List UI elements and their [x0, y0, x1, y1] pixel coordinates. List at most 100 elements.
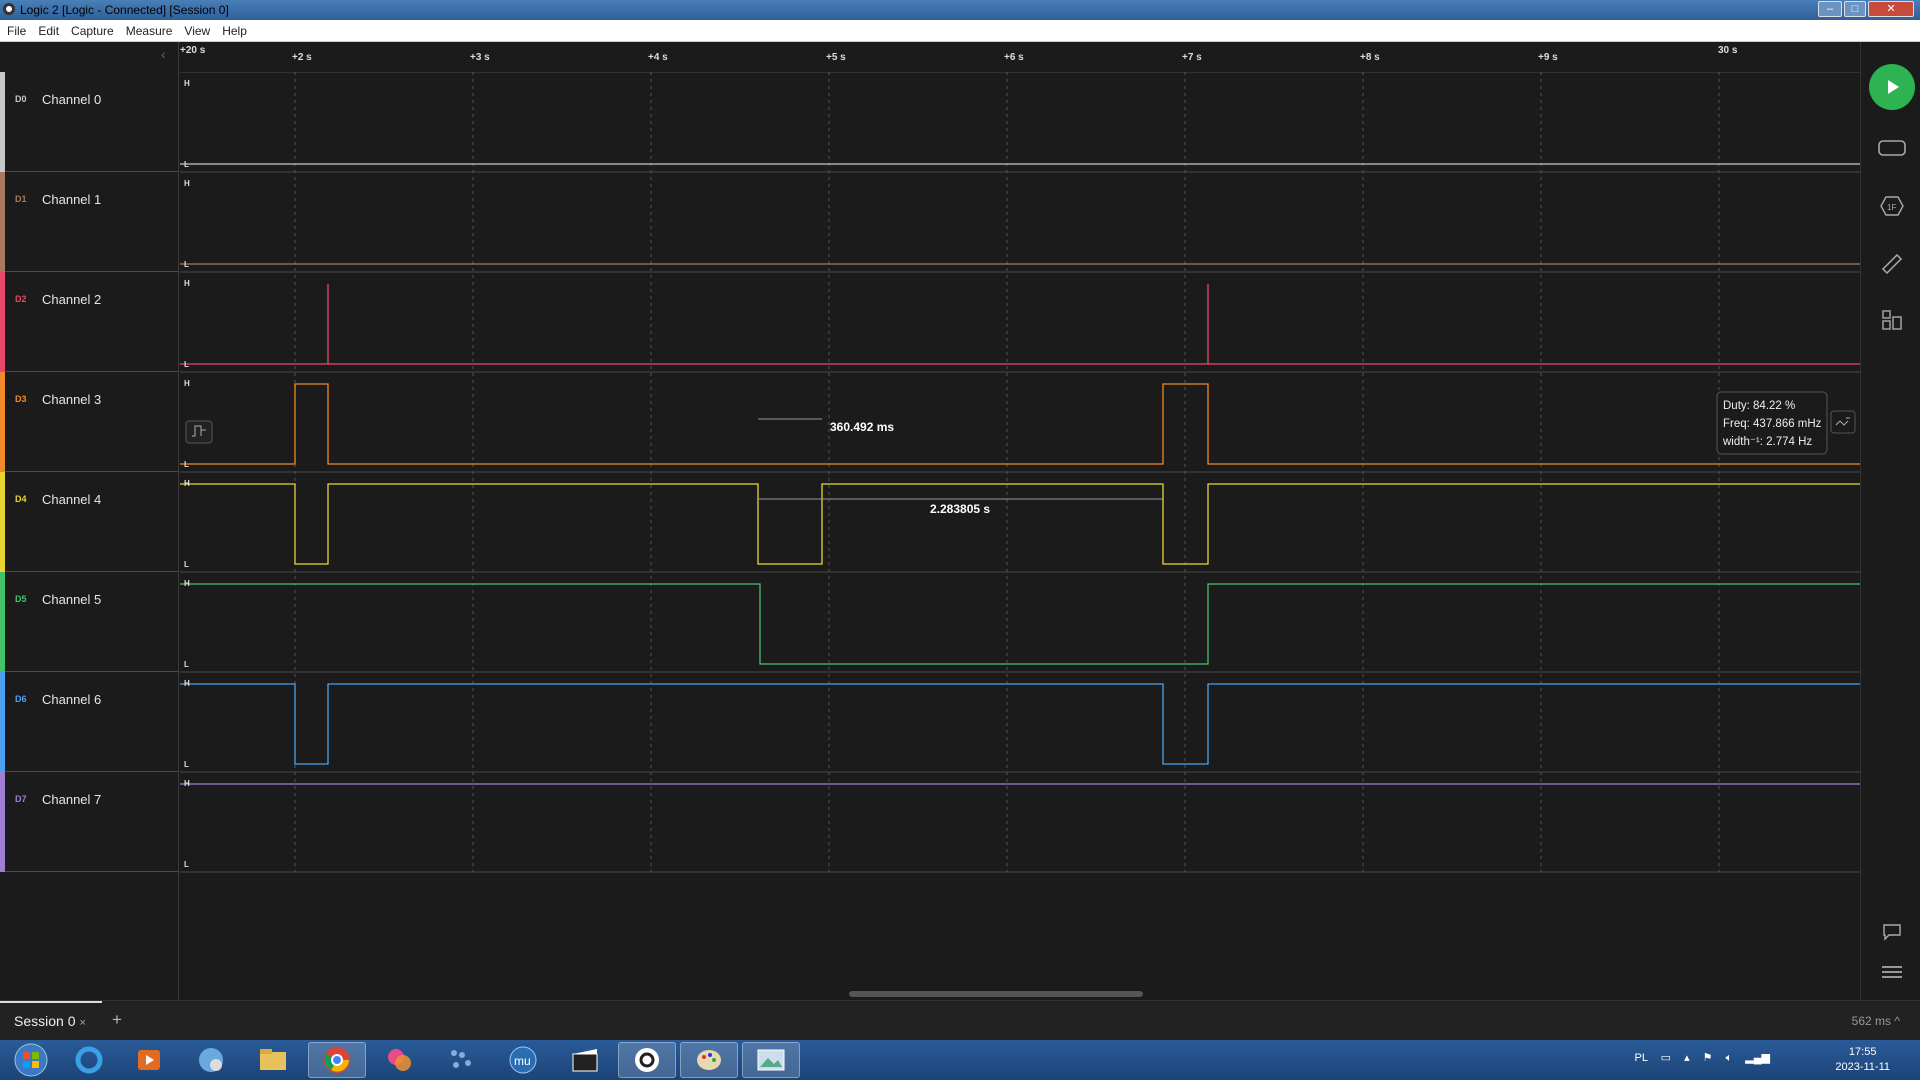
- pulse-width-measurement: 360.492 ms: [758, 418, 894, 434]
- title-bar: Logic 2 [Logic - Connected] [Session 0] …: [0, 0, 1920, 20]
- extensions-icon[interactable]: [1878, 306, 1906, 334]
- windows-taskbar: mu PL ▭ ▴ ⚑ 🔈︎ ▂▄▆ 17:55 2023-11-11: [0, 1040, 1920, 1080]
- channel-row-d7[interactable]: D7 Channel 7: [0, 772, 179, 872]
- session-tab-label: Session 0: [14, 1013, 76, 1029]
- menu-view[interactable]: View: [177, 20, 215, 38]
- period-label: 2.283805 s: [930, 502, 990, 516]
- collapse-arrow-icon[interactable]: ‹: [161, 46, 166, 62]
- level-label: H: [184, 279, 190, 288]
- system-tray[interactable]: PL ▭ ▴ ⚑ 🔈︎ ▂▄▆: [1635, 1051, 1771, 1065]
- channel-name[interactable]: Channel 5: [42, 592, 101, 607]
- chrome-icon[interactable]: [308, 1042, 366, 1078]
- internet-explorer-icon[interactable]: [60, 1042, 118, 1078]
- ruler-end-label: 30 s: [1718, 45, 1738, 56]
- ruler-tick: +4 s: [648, 52, 668, 63]
- channel-id: D0: [15, 94, 27, 104]
- channel-name[interactable]: Channel 1: [42, 192, 101, 207]
- minimize-button[interactable]: –: [1818, 1, 1842, 17]
- paint-app-icon[interactable]: [370, 1042, 428, 1078]
- maximize-button[interactable]: □: [1844, 1, 1866, 17]
- period-measurement: 2.283805 s: [758, 498, 1164, 516]
- channel-row-d1[interactable]: D1 Channel 1: [0, 172, 179, 272]
- app-icon: [3, 3, 15, 15]
- channel-row-d5[interactable]: D5 Channel 5: [0, 572, 179, 672]
- measurements-ruler-icon[interactable]: [1878, 250, 1906, 278]
- ruler-tick: +3 s: [470, 52, 490, 63]
- ruler-start-label: +20 s: [180, 45, 206, 56]
- level-labels: H L H L H L H L H L H L H L H L: [184, 79, 190, 869]
- device-settings-icon[interactable]: [1878, 134, 1906, 162]
- hamburger-menu-icon[interactable]: [1878, 958, 1906, 986]
- trigger-button[interactable]: [185, 420, 213, 444]
- zoom-value: 562 ms: [1851, 1014, 1892, 1028]
- menu-measure[interactable]: Measure: [119, 20, 178, 38]
- flag-icon[interactable]: ⚑: [1703, 1052, 1713, 1064]
- waveform-d6: [180, 683, 1860, 765]
- system-clock[interactable]: 17:55 2023-11-11: [1835, 1045, 1890, 1075]
- language-indicator[interactable]: PL: [1635, 1052, 1648, 1064]
- level-label: H: [184, 179, 190, 188]
- svg-text:mu: mu: [514, 1054, 531, 1068]
- workspace: ‹ D0 Channel 0 D1 Channel 1 D2 Channel 2 D3 Cha…: [0, 42, 1860, 1000]
- menu-edit[interactable]: Edit: [31, 20, 64, 38]
- channel-name[interactable]: Channel 0: [42, 92, 101, 107]
- channel-color-bar: [0, 272, 5, 372]
- clock-date: 2023-11-11: [1835, 1061, 1890, 1073]
- file-explorer-icon[interactable]: [244, 1042, 302, 1078]
- close-session-icon[interactable]: ×: [79, 1017, 85, 1029]
- tray-expand-icon[interactable]: ▴: [1684, 1052, 1690, 1064]
- network-signal-icon[interactable]: ▂▄▆: [1745, 1052, 1770, 1064]
- channel-row-d2[interactable]: D2 Channel 2: [0, 272, 179, 372]
- saleae-logic-icon[interactable]: [618, 1042, 676, 1078]
- mu-editor-icon[interactable]: mu: [494, 1042, 552, 1078]
- measurement-tooltip[interactable]: Duty: 84.22 % Freq: 437.866 mHz width⁻¹:…: [1716, 391, 1856, 455]
- channel-row-d6[interactable]: D6 Channel 6: [0, 672, 179, 772]
- channel-color-bar: [0, 772, 5, 872]
- channel-id: D5: [15, 594, 27, 604]
- menu-help[interactable]: Help: [215, 20, 252, 38]
- video-clapper-icon[interactable]: [556, 1042, 614, 1078]
- channel-row-d0[interactable]: D0 Channel 0: [0, 72, 179, 172]
- menu-bar: File Edit Capture Measure View Help: [0, 20, 1920, 42]
- network-globe-icon[interactable]: [182, 1042, 240, 1078]
- close-button[interactable]: ✕: [1868, 1, 1914, 17]
- session-tab[interactable]: Session 0 ×: [0, 1001, 102, 1040]
- channel-color-bar: [0, 172, 5, 272]
- analyzers-icon[interactable]: 1F: [1878, 192, 1906, 220]
- channel-name[interactable]: Channel 2: [42, 292, 101, 307]
- channel-id: D7: [15, 794, 27, 804]
- windows-logo-icon: [14, 1043, 48, 1077]
- channel-id: D3: [15, 394, 27, 404]
- zoom-level[interactable]: 562 ms ^: [1852, 1014, 1900, 1028]
- channel-name[interactable]: Channel 4: [42, 492, 101, 507]
- start-capture-button[interactable]: [1869, 64, 1915, 110]
- channel-row-d4[interactable]: D4 Channel 4: [0, 472, 179, 572]
- time-ruler[interactable]: +20 s +2 s +3 s +4 s +5 s +6 s +7 s +8 s…: [180, 42, 1860, 72]
- channel-name[interactable]: Channel 3: [42, 392, 101, 407]
- waveforms: [180, 163, 1860, 785]
- channel-color-bar: [0, 472, 5, 572]
- paint-palette-icon[interactable]: [680, 1042, 738, 1078]
- pulse-width-label: 360.492 ms: [830, 420, 894, 434]
- channel-row-d3[interactable]: D3 Channel 3: [0, 372, 179, 472]
- keyboard-icon[interactable]: ▭: [1661, 1052, 1671, 1064]
- level-label: L: [184, 460, 189, 469]
- clock-time: 17:55: [1848, 1046, 1877, 1058]
- scrollbar-thumb[interactable]: [849, 991, 1143, 997]
- level-label: H: [184, 79, 190, 88]
- dots-app-icon[interactable]: [432, 1042, 490, 1078]
- add-session-button[interactable]: +: [112, 1010, 122, 1030]
- channel-name[interactable]: Channel 6: [42, 692, 101, 707]
- level-label: L: [184, 660, 189, 669]
- menu-capture[interactable]: Capture: [64, 20, 119, 38]
- volume-icon[interactable]: 🔈︎: [1726, 1052, 1733, 1064]
- horizontal-scrollbar[interactable]: [180, 988, 1860, 1000]
- waveform-plot[interactable]: H L H L H L H L H L H L H L H L 360.492 ms 2.283805 s D…: [180, 72, 1860, 988]
- start-button[interactable]: [2, 1042, 60, 1078]
- channel-name[interactable]: Channel 7: [42, 792, 101, 807]
- chat-feedback-icon[interactable]: [1878, 918, 1906, 946]
- channel-label-panel: ‹ D0 Channel 0 D1 Channel 1 D2 Channel 2 D3 Cha…: [0, 42, 179, 1000]
- menu-file[interactable]: File: [0, 20, 31, 38]
- media-player-icon[interactable]: [120, 1042, 178, 1078]
- photo-viewer-icon[interactable]: [742, 1042, 800, 1078]
